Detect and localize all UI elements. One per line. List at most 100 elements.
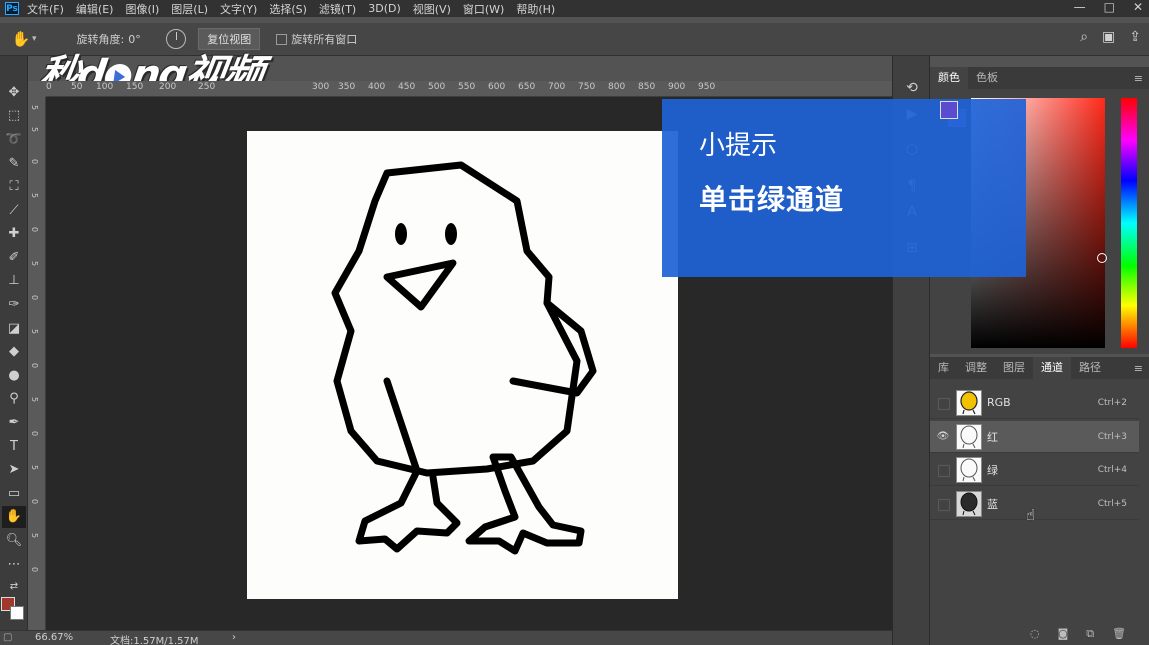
vertical-ruler: 5 5 0 5 0 5 0 5 0 5 0 5 0 5 0 [28,97,46,630]
window-controls: — □ ✕ [1074,0,1143,14]
color-picker-ring[interactable] [1097,253,1107,263]
menu-view[interactable]: 视图(V) [413,1,451,17]
swap-colors-icon[interactable]: ⇄ [2,576,26,598]
background-color-swatch[interactable] [10,606,24,620]
move-tool-icon[interactable]: ✥ [2,82,26,104]
maximize-button[interactable]: □ [1104,0,1115,14]
channel-thumbnail [956,389,982,416]
menu-select[interactable]: 选择(S) [269,1,307,17]
menu-edit[interactable]: 编辑(E) [76,1,114,17]
tab-channels[interactable]: 通道 [1033,357,1071,379]
pen-tool-icon[interactable]: ✒ [2,412,26,434]
channel-shortcut: Ctrl+5 [1097,498,1127,509]
eraser-tool-icon[interactable]: ◪ [2,318,26,340]
panel-menu-icon[interactable]: ≡ [1134,72,1143,85]
eyedropper-tool-icon[interactable]: ⟋ [2,200,26,222]
menu-help[interactable]: 帮助(H) [516,1,555,17]
tab-layers[interactable]: 图层 [995,357,1033,379]
visibility-toggle[interactable] [933,393,953,413]
ruler-tick: 300 [312,82,330,92]
ruler-tick: 0 [30,159,39,165]
visibility-toggle[interactable] [933,494,953,514]
ruler-tick: 100 [96,82,114,92]
horizontal-ruler: 0 50 100 150 200 250 300 350 400 450 500… [46,81,892,97]
channels-footer: ◌ ◙ ⧉ 🗑︎ [1030,627,1126,641]
menu-layer[interactable]: 图层(L) [171,1,208,17]
ruler-tick: 50 [71,82,83,92]
load-selection-icon[interactable]: ◌ [1030,627,1040,641]
dodge-tool-icon[interactable]: ⚲ [2,388,26,410]
more-tools-icon[interactable]: ⋯ [2,554,26,576]
channel-name: 蓝 [987,497,998,511]
channel-thumbnail [956,490,982,517]
crop-tool-icon[interactable]: ⛶ [2,176,26,198]
path-select-tool-icon[interactable]: ➤ [2,459,26,481]
document-size-info: 文档:1.57M/1.57M [110,636,199,645]
status-menu-arrow-icon[interactable]: › [232,632,236,643]
save-selection-icon[interactable]: ◙ [1058,627,1069,641]
eye-icon[interactable]: 👁︎ [933,427,953,447]
channel-row-red[interactable]: 👁︎ 红 Ctrl+3 [930,421,1139,453]
tool-preset-caret-icon[interactable]: ▾ [32,34,37,44]
search-icon[interactable]: ⌕ [1080,29,1088,45]
rotate-all-windows-checkbox[interactable] [276,33,288,45]
healing-tool-icon[interactable]: ✚ [2,223,26,245]
close-button[interactable]: ✕ [1133,0,1143,14]
channel-shortcut: Ctrl+2 [1097,397,1127,408]
share-icon[interactable]: ⇪ [1129,29,1141,45]
marquee-tool-icon[interactable]: ⬚ [2,105,26,127]
ruler-tick: 0 [30,227,39,233]
ruler-tick: 350 [338,82,356,92]
delete-channel-icon[interactable]: 🗑︎ [1112,627,1126,641]
panel-foreground-swatch[interactable] [940,101,958,119]
tab-color[interactable]: 颜色 [930,67,968,89]
rotate-view-tool-icon[interactable]: ✋ [10,28,32,50]
tab-swatches[interactable]: 色板 [968,67,1006,89]
history-panel-icon[interactable]: ⟲ [902,78,922,98]
ruler-tick: 5 [30,329,39,335]
shape-tool-icon[interactable]: ▭ [2,483,26,505]
channel-name: 红 [987,430,998,444]
menu-file[interactable]: 文件(F) [27,1,64,17]
tab-libraries[interactable]: 库 [930,357,957,379]
minimize-button[interactable]: — [1074,0,1086,14]
hand-cursor-icon: ☝ [1026,506,1036,524]
quick-select-tool-icon[interactable]: ✎ [2,153,26,175]
stamp-tool-icon[interactable]: ⊥ [2,270,26,292]
menu-type[interactable]: 文字(Y) [220,1,257,17]
document-canvas[interactable] [247,131,678,599]
menu-3d[interactable]: 3D(D) [368,2,401,15]
status-info-icon[interactable]: ▢ [3,632,12,643]
photoshop-logo-icon: Ps [5,2,19,15]
menu-filter[interactable]: 滤镜(T) [319,1,356,17]
type-tool-icon[interactable]: T [2,436,26,458]
ruler-tick: 600 [488,82,506,92]
tab-paths[interactable]: 路径 [1071,357,1109,379]
channel-shortcut: Ctrl+4 [1097,464,1127,475]
channel-row-green[interactable]: 绿 Ctrl+4 [930,454,1139,486]
ruler-tick: 5 [30,533,39,539]
tab-adjustments[interactable]: 调整 [957,357,995,379]
panel-menu-icon[interactable]: ≡ [1134,362,1143,375]
brush-tool-icon[interactable]: ✐ [2,247,26,269]
ruler-tick: 5 [30,193,39,199]
channels-panel: 库 调整 图层 通道 路径 ≡ RGB Ctrl+2 👁︎ 红 Ctrl+3 绿… [930,357,1149,645]
hue-slider[interactable] [1121,98,1137,348]
ruler-tick: 850 [638,82,656,92]
zoom-level[interactable]: 66.67% [35,632,73,643]
channel-row-rgb[interactable]: RGB Ctrl+2 [930,387,1139,419]
menu-image[interactable]: 图像(I) [125,1,159,17]
chick-right-eye [445,223,457,245]
zoom-tool-icon[interactable]: 🔍︎ [2,530,26,552]
ruler-tick: 0 [30,295,39,301]
visibility-toggle[interactable] [933,460,953,480]
menu-window[interactable]: 窗口(W) [463,1,504,17]
lasso-tool-icon[interactable]: ➰ [2,129,26,151]
hand-tool-icon[interactable]: ✋ [2,506,26,528]
workspace-icon[interactable]: ▣ [1102,29,1115,45]
new-channel-icon[interactable]: ⧉ [1086,627,1094,641]
paint-bucket-tool-icon[interactable]: ◆ [2,341,26,363]
status-bar: ▢ 66.67% 文档:1.57M/1.57M › [0,630,892,645]
blur-tool-icon[interactable]: ● [2,365,26,387]
history-brush-tool-icon[interactable]: ✑ [2,294,26,316]
